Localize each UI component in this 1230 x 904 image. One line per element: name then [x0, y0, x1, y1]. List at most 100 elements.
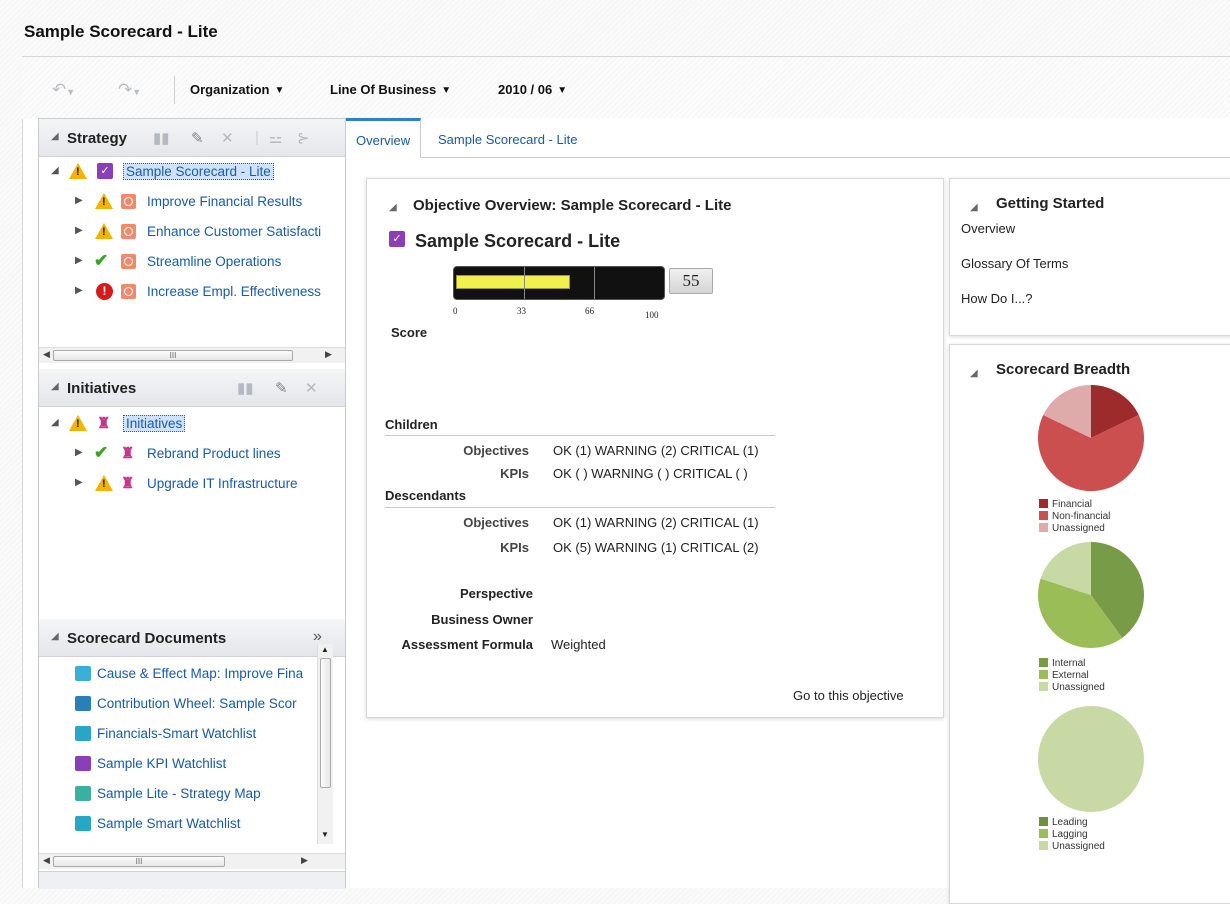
gauge-tick-label: 66	[585, 306, 594, 316]
tree-item-objective[interactable]: ▶ Enhance Customer Satisfacti	[39, 221, 339, 243]
document-item[interactable]: Sample KPI Watchlist	[75, 756, 226, 778]
document-link[interactable]: Financials-Smart Watchlist	[97, 726, 256, 741]
scroll-left-icon[interactable]: ◀	[43, 349, 50, 360]
document-link[interactable]: Sample Lite - Strategy Map	[97, 786, 261, 801]
gauge-tick-label: 100	[645, 310, 659, 320]
score-gauge	[453, 266, 665, 300]
delete-icon[interactable]: ✕	[305, 379, 318, 397]
vertical-scrollbar[interactable]: ▲ ▼	[317, 644, 333, 844]
how-do-i-link[interactable]: How Do I...?	[961, 291, 1033, 306]
tab-overview[interactable]: Overview	[346, 118, 422, 158]
smart-watchlist-icon	[75, 726, 91, 741]
edit-icon[interactable]: ✎	[275, 379, 288, 397]
column-chart-icon[interactable]: ▮▮	[237, 379, 254, 397]
column-chart-icon[interactable]: ▮▮	[153, 129, 170, 147]
expand-icon[interactable]: ▶	[75, 447, 83, 458]
line-of-business-dropdown[interactable]: Line Of Business ▼	[330, 82, 451, 97]
document-item[interactable]: Cause & Effect Map: Improve Fina	[75, 666, 303, 688]
collapse-icon[interactable]: ◢	[970, 202, 978, 213]
warning-icon	[95, 193, 113, 209]
gauge-tick-label: 33	[517, 306, 526, 316]
edit-icon[interactable]: ✎	[191, 129, 204, 147]
cause-effect-icon[interactable]: ⊱	[297, 129, 310, 147]
tree-item-label[interactable]: Streamline Operations	[147, 254, 281, 269]
tree-item-initiative[interactable]: ▶ ✔ ♜ Rebrand Product lines	[39, 443, 339, 465]
tree-node-label[interactable]: Initiatives	[123, 415, 186, 432]
collapse-icon[interactable]: ◢	[51, 631, 59, 642]
scroll-right-icon[interactable]: ▶	[301, 855, 308, 866]
gauge-tick-label: 0	[453, 306, 458, 316]
tree-item-label[interactable]: Rebrand Product lines	[147, 446, 281, 461]
scroll-left-icon[interactable]: ◀	[43, 855, 50, 866]
scroll-thumb[interactable]: III	[53, 350, 293, 361]
tree-item-initiative[interactable]: ▶ ♜ Upgrade IT Infrastructure	[39, 473, 339, 495]
card-title: Objective Overview: Sample Scorecard - L…	[413, 197, 732, 214]
document-item[interactable]: Financials-Smart Watchlist	[75, 726, 256, 748]
collapse-icon[interactable]: ◢	[51, 381, 59, 392]
redo-icon[interactable]: ↷▼	[118, 80, 141, 100]
expand-collapse-icon[interactable]: ◢	[51, 417, 59, 428]
kpi-watchlist-icon	[75, 756, 91, 771]
expand-icon[interactable]: ▶	[75, 195, 83, 206]
children-kpis-label: KPIs	[500, 466, 529, 481]
period-dropdown[interactable]: 2010 / 06 ▼	[498, 82, 567, 97]
gauge-tick-line	[524, 267, 525, 299]
glossary-link[interactable]: Glossary Of Terms	[961, 256, 1068, 271]
document-item[interactable]: Sample Smart Watchlist	[75, 816, 241, 838]
legend-label: Lagging	[1052, 829, 1088, 840]
expand-collapse-icon[interactable]: ◢	[51, 165, 59, 176]
breadth-pie-charts: FinancialNon-financialUnassignedInternal…	[1038, 385, 1144, 852]
tree-item-objective[interactable]: ▶ ✔ Streamline Operations	[39, 251, 339, 273]
horizontal-scrollbar[interactable]: ◀ III ▶	[39, 853, 345, 869]
document-item[interactable]: Contribution Wheel: Sample Scor	[75, 696, 297, 718]
legend-swatch	[1039, 817, 1048, 826]
undo-icon[interactable]: ↶▼	[52, 80, 75, 100]
tree-item-label[interactable]: Enhance Customer Satisfacti	[147, 224, 321, 239]
tree-root-initiatives[interactable]: ◢ ♜ Initiatives	[39, 413, 339, 435]
contribution-wheel-icon[interactable]: ⚍	[269, 129, 282, 147]
tree-item-objective[interactable]: ▶ Improve Financial Results	[39, 191, 339, 213]
warning-icon	[69, 163, 87, 179]
tree-root-scorecard[interactable]: ◢ ✓ Sample Scorecard - Lite	[39, 161, 339, 183]
delete-icon[interactable]: ✕	[221, 129, 234, 147]
objective-overview-card: ◢ Objective Overview: Sample Scorecard -…	[366, 178, 944, 718]
expand-icon[interactable]: ▶	[75, 285, 83, 296]
document-item[interactable]: Sample Lite - Strategy Map	[75, 786, 261, 808]
legend-label: Unassigned	[1052, 682, 1105, 693]
scroll-thumb[interactable]: III	[53, 856, 225, 867]
warning-icon	[95, 475, 113, 491]
scroll-right-icon[interactable]: ▶	[325, 349, 332, 360]
score-value-box: 55	[669, 268, 713, 294]
tab-sample-scorecard[interactable]: Sample Scorecard - Lite	[428, 118, 587, 158]
document-link[interactable]: Sample KPI Watchlist	[97, 756, 226, 771]
scroll-thumb[interactable]	[320, 658, 331, 788]
tree-item-label[interactable]: Increase Empl. Effectiveness	[147, 284, 321, 299]
descendants-objectives-label: Objectives	[463, 515, 529, 530]
gauge-tick-line	[594, 267, 595, 299]
organization-dropdown[interactable]: Organization ▼	[190, 82, 284, 97]
document-link[interactable]: Sample Smart Watchlist	[97, 816, 241, 831]
tree-item-label[interactable]: Improve Financial Results	[147, 194, 302, 209]
horizontal-scrollbar[interactable]: ◀ III ▶	[39, 347, 345, 363]
expand-icon[interactable]: ▶	[75, 225, 83, 236]
pie-slice	[1038, 706, 1144, 812]
expand-icon[interactable]: ▶	[75, 255, 83, 266]
document-link[interactable]: Cause & Effect Map: Improve Fina	[97, 666, 303, 681]
tree-item-label[interactable]: Upgrade IT Infrastructure	[147, 476, 298, 491]
scroll-up-icon[interactable]: ▲	[321, 645, 329, 654]
collapsed-pane-header[interactable]	[39, 871, 345, 889]
card-title: Getting Started	[996, 195, 1105, 212]
document-link[interactable]: Contribution Wheel: Sample Scor	[97, 696, 297, 711]
critical-icon: !	[96, 283, 113, 300]
collapse-icon[interactable]: ◢	[389, 202, 397, 213]
page-title: Sample Scorecard - Lite	[24, 22, 218, 41]
expand-icon[interactable]: ▶	[75, 477, 83, 488]
legend-swatch	[1039, 523, 1048, 532]
collapse-icon[interactable]: ◢	[51, 131, 59, 142]
overview-link[interactable]: Overview	[961, 221, 1015, 236]
tree-node-label[interactable]: Sample Scorecard - Lite	[123, 163, 274, 180]
legend-swatch	[1039, 841, 1048, 850]
go-to-objective-link[interactable]: Go to this objective	[793, 688, 904, 703]
tree-item-objective[interactable]: ▶ ! Increase Empl. Effectiveness	[39, 281, 339, 303]
scroll-down-icon[interactable]: ▼	[321, 830, 329, 839]
